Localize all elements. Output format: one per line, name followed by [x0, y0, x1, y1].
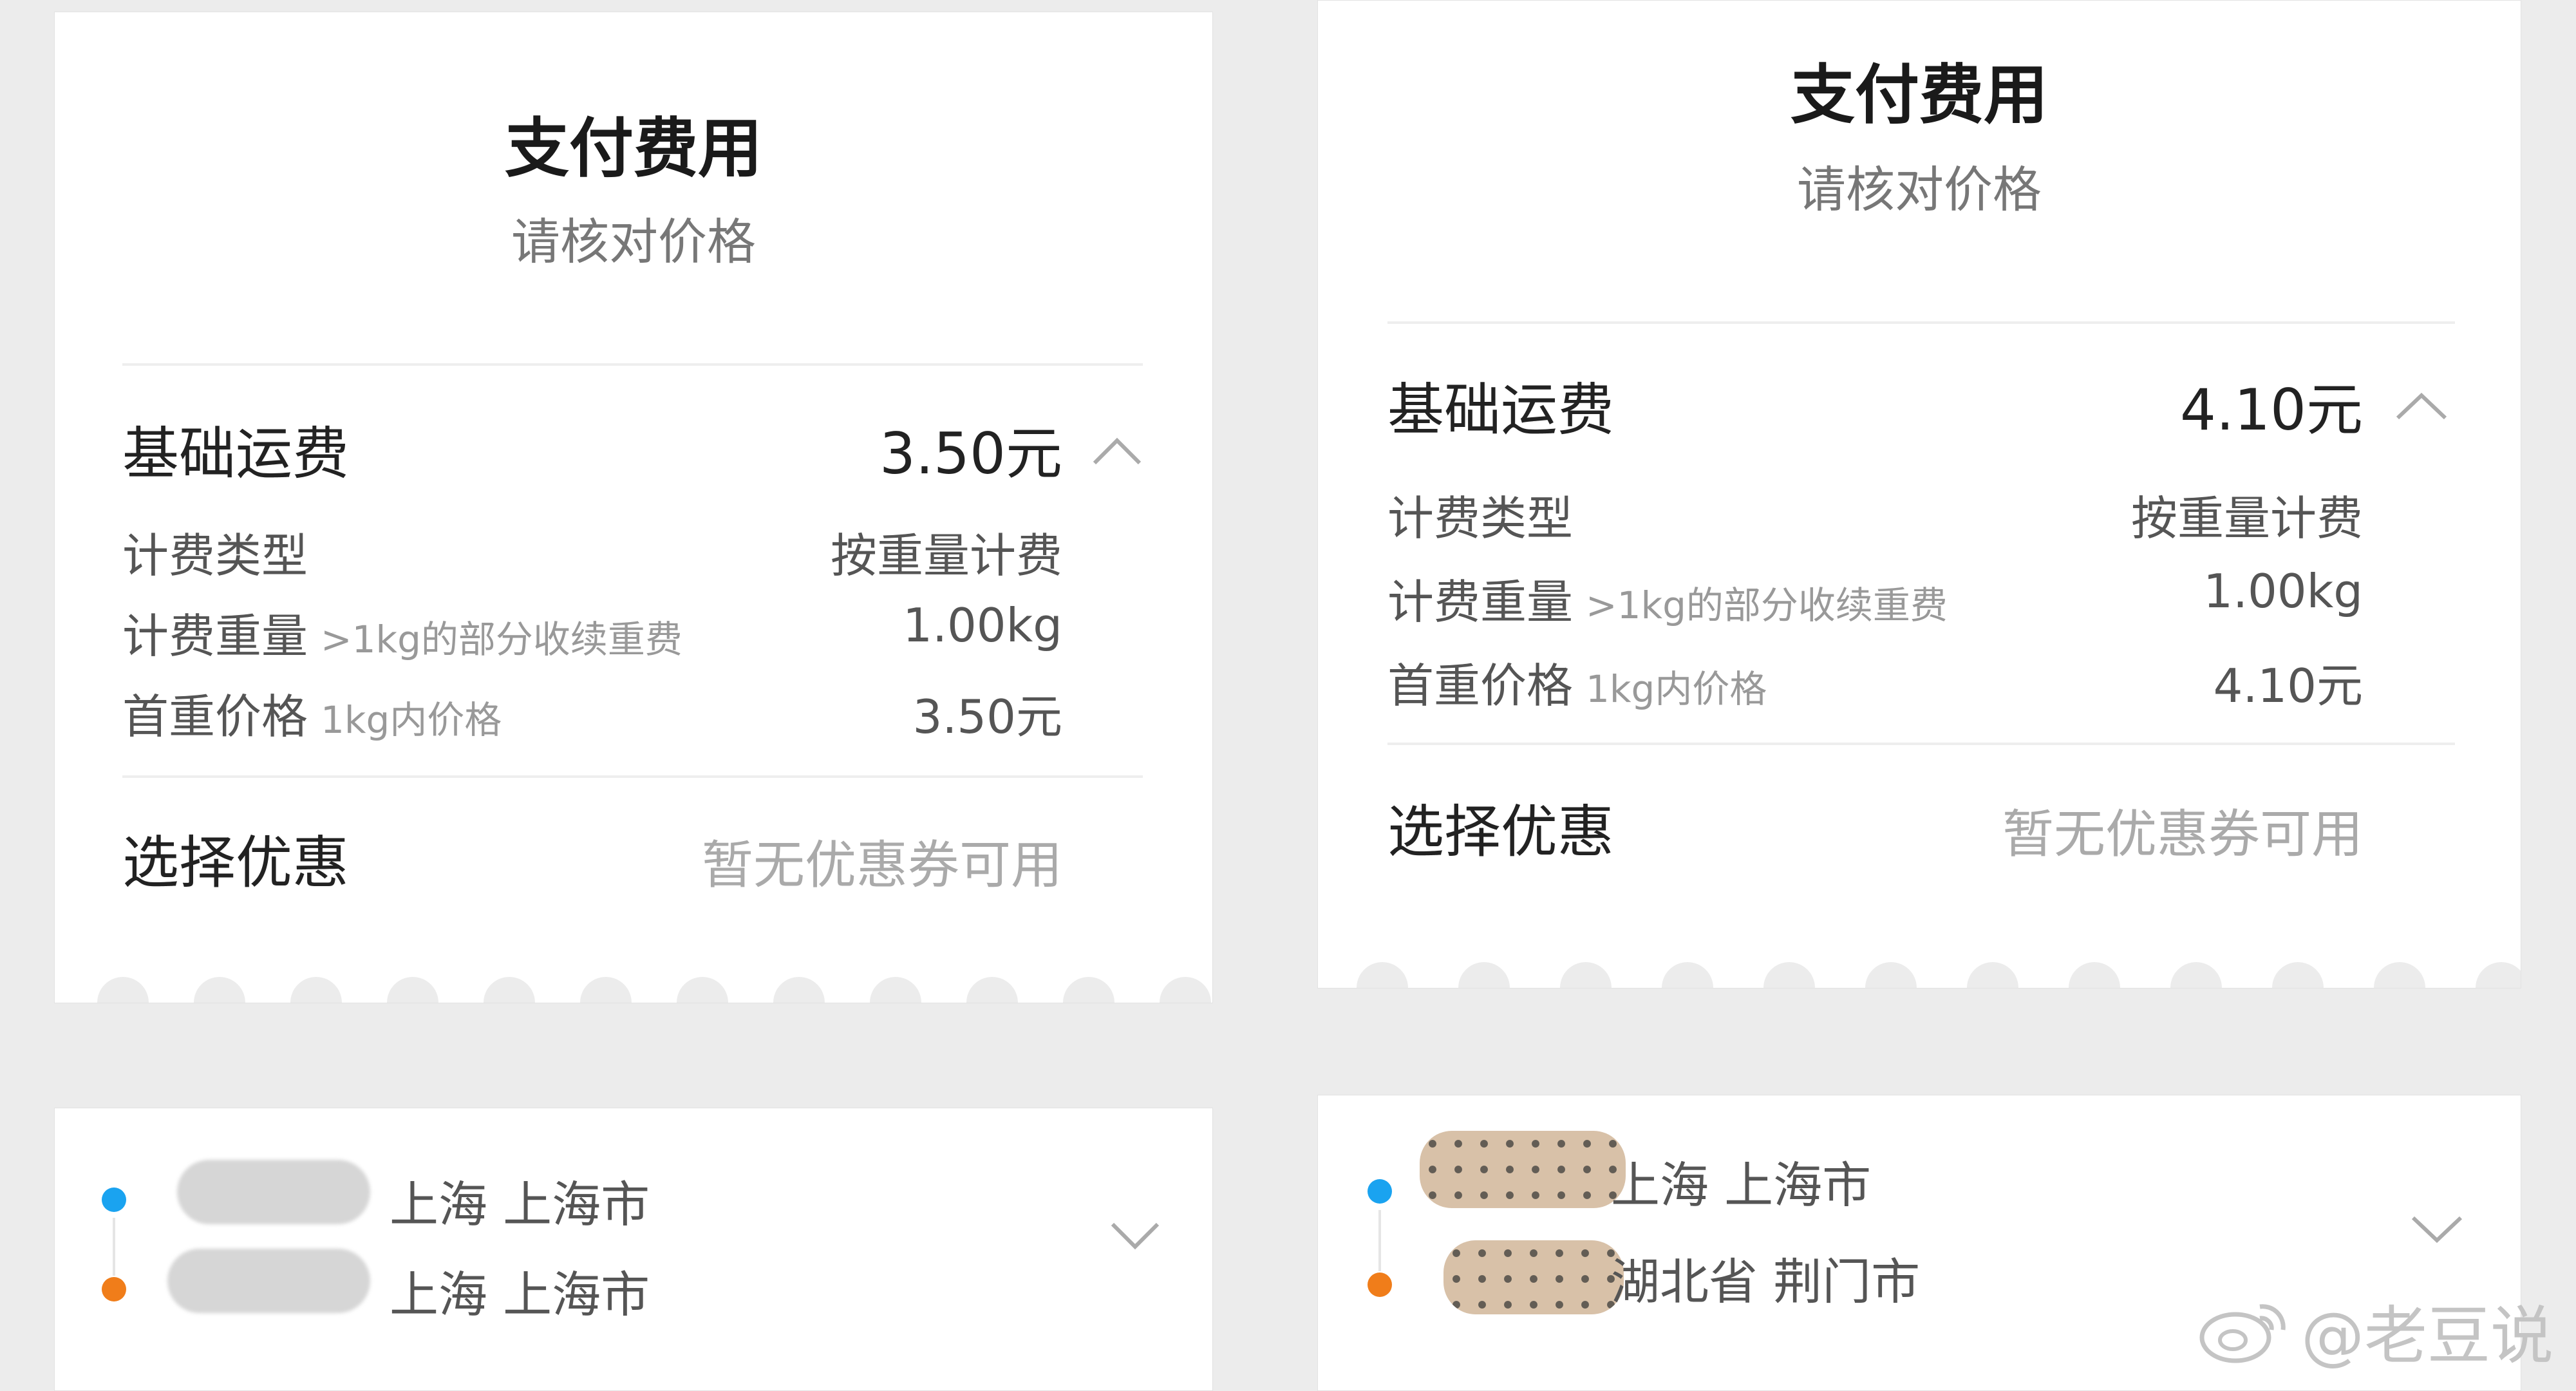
first-weight-value: 4.10元: [2213, 659, 2363, 713]
destination-dot: [1368, 1273, 1392, 1297]
divider: [1387, 321, 2455, 324]
receiver-city: 湖北省 荆门市: [1611, 1253, 1921, 1311]
first-weight-title: 首重价格: [122, 690, 308, 744]
billing-type-value: 按重量计费: [830, 529, 1062, 583]
divider: [1387, 743, 2455, 745]
receiver-city: 上海 上海市: [390, 1266, 650, 1323]
coupon-status[interactable]: 暂无优惠券可用: [2002, 793, 2363, 867]
discount-label[interactable]: 选择优惠: [122, 817, 349, 899]
billing-weight-label: 计费重量 >1kg的部分收续重费: [1387, 564, 1948, 632]
first-weight-label: 首重价格 1kg内价格: [122, 679, 502, 746]
discount-label[interactable]: 选择优惠: [1387, 786, 1614, 868]
origin-dot: [102, 1188, 126, 1212]
watermark: @老豆说: [2195, 1285, 2553, 1376]
billing-weight-label: 计费重量 >1kg的部分收续重费: [122, 598, 682, 666]
base-fee-label: 基础运费: [1387, 377, 1615, 443]
first-weight-hint: 1kg内价格: [1586, 667, 1767, 711]
redacted-receiver: [1443, 1240, 1624, 1314]
first-weight-value: 3.50元: [912, 690, 1062, 744]
destination-dot: [102, 1277, 126, 1301]
divider: [122, 363, 1143, 366]
billing-weight-hint: >1kg的部分收续重费: [321, 618, 682, 661]
first-weight-title: 首重价格: [1387, 659, 1574, 713]
coupon-status[interactable]: 暂无优惠券可用: [702, 824, 1062, 898]
weibo-icon: [2199, 1304, 2286, 1363]
billing-weight-title: 计费重量: [122, 609, 308, 663]
redacted-sender: [1420, 1131, 1626, 1208]
route-line: [113, 1218, 115, 1276]
chevron-down-icon[interactable]: [2410, 1215, 2464, 1247]
page-subtitle: 请核对价格: [1797, 161, 2042, 218]
origin-dot: [1368, 1179, 1392, 1204]
first-weight-hint: 1kg内价格: [321, 698, 502, 742]
billing-weight-value: 1.00kg: [2203, 564, 2363, 618]
page-subtitle: 请核对价格: [511, 213, 756, 270]
left-route-card[interactable]: 上海 上海市 上海 上海市: [54, 1108, 1213, 1391]
sender-city: 上海 上海市: [390, 1176, 650, 1233]
chevron-down-icon[interactable]: [1109, 1221, 1161, 1253]
billing-type-label: 计费类型: [1387, 491, 1574, 545]
right-fee-card: 支付费用 请核对价格 基础运费 4.10元 计费类型 按重量计费 计费重量 >1k…: [1317, 0, 2521, 989]
divider: [122, 775, 1143, 778]
chevron-up-icon[interactable]: [2394, 389, 2449, 421]
left-fee-card: 支付费用 请核对价格 基础运费 3.50元 计费类型 按重量计费 计费重量 >1k…: [54, 12, 1213, 1003]
billing-type-value: 按重量计费: [2130, 491, 2363, 545]
route-line: [1378, 1210, 1381, 1271]
base-fee-label: 基础运费: [122, 421, 350, 487]
billing-weight-hint: >1kg的部分收续重费: [1586, 583, 1948, 627]
billing-type-label: 计费类型: [122, 529, 308, 583]
base-fee-value: 3.50元: [879, 421, 1062, 487]
redacted-receiver: [167, 1249, 370, 1313]
page-title: 支付费用: [505, 111, 762, 186]
chevron-up-icon[interactable]: [1091, 434, 1143, 466]
base-fee-value: 4.10元: [2180, 377, 2363, 443]
watermark-text: @老豆说: [2301, 1300, 2554, 1373]
billing-weight-value: 1.00kg: [903, 598, 1062, 652]
billing-weight-title: 计费重量: [1387, 575, 1574, 629]
sender-city: 上海 上海市: [1611, 1157, 1872, 1214]
page-title: 支付费用: [1791, 57, 2048, 133]
redacted-sender: [177, 1160, 370, 1224]
first-weight-label: 首重价格 1kg内价格: [1387, 648, 1767, 715]
